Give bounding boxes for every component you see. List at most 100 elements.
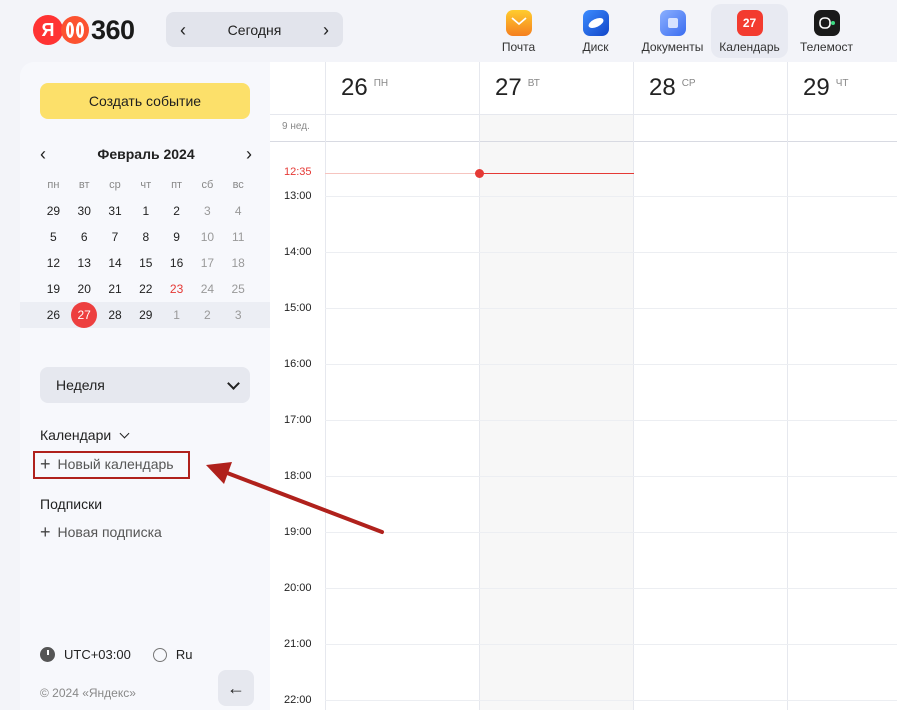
view-mode-select[interactable]: Неделя xyxy=(40,367,250,403)
day-cell[interactable]: 28 xyxy=(100,308,131,322)
day-header-thu[interactable]: 29 ЧТ xyxy=(787,62,897,114)
ring-logo-icon xyxy=(61,16,89,44)
day-of-week: ЧТ xyxy=(835,78,849,89)
calendars-title: Календари xyxy=(40,427,112,443)
day-cell-today[interactable]: 27 xyxy=(69,302,100,328)
annotation-highlight-box xyxy=(33,451,190,479)
day-cell[interactable]: 2 xyxy=(161,204,192,218)
day-cell[interactable]: 4 xyxy=(223,204,254,218)
app-mail[interactable]: Почта xyxy=(480,4,557,58)
day-cell[interactable]: 2 xyxy=(192,308,223,322)
new-subscription-button[interactable]: + Новая подписка xyxy=(40,523,162,541)
day-cell[interactable]: 7 xyxy=(100,230,131,244)
today-column xyxy=(480,114,634,710)
day-header-mon[interactable]: 26 ПН xyxy=(325,62,480,114)
day-number: 28 xyxy=(649,74,676,101)
copyright: © 2024 «Яндекс» xyxy=(40,686,136,700)
day-cell[interactable]: 25 xyxy=(223,282,254,296)
day-cell[interactable]: 13 xyxy=(69,256,100,270)
app-documents[interactable]: Документы xyxy=(634,4,711,58)
day-cell[interactable]: 31 xyxy=(100,204,131,218)
all-day-strip[interactable] xyxy=(270,114,897,142)
prev-month-button[interactable]: ‹ xyxy=(40,145,46,163)
day-of-week: ВТ xyxy=(527,78,540,89)
week-number: 9 нед. xyxy=(282,121,310,132)
day-cell[interactable]: 18 xyxy=(223,256,254,270)
prev-week-button[interactable]: ‹ xyxy=(180,21,186,39)
hour-label: 21:00 xyxy=(284,638,312,650)
hour-label: 20:00 xyxy=(284,582,312,594)
day-cell[interactable]: 24 xyxy=(192,282,223,296)
day-cell-holiday[interactable]: 23 xyxy=(161,282,192,296)
day-cell[interactable]: 17 xyxy=(192,256,223,270)
day-header-tue[interactable]: 27 ВТ xyxy=(479,62,634,114)
mini-calendar-month: Февраль 2024 xyxy=(97,146,195,162)
day-cell[interactable]: 21 xyxy=(100,282,131,296)
day-cell[interactable]: 22 xyxy=(130,282,161,296)
day-cell[interactable]: 16 xyxy=(161,256,192,270)
week-row: 29 30 31 1 2 3 4 xyxy=(38,198,254,224)
today-number: 27 xyxy=(71,302,98,328)
day-cell[interactable]: 14 xyxy=(100,256,131,270)
day-cell[interactable]: 1 xyxy=(130,204,161,218)
sidebar: Создать событие ‹ Февраль 2024 › пн вт с… xyxy=(20,62,270,710)
day-cell[interactable]: 3 xyxy=(223,308,254,322)
app-telemost[interactable]: Телемост xyxy=(788,4,865,58)
logo-number: 360 xyxy=(91,14,135,45)
day-cell[interactable]: 20 xyxy=(69,282,100,296)
column-divider xyxy=(633,114,634,710)
day-cell[interactable]: 9 xyxy=(161,230,192,244)
language-button[interactable]: Ru xyxy=(176,647,193,662)
chevron-down-icon xyxy=(227,376,240,390)
clock-icon xyxy=(40,647,55,662)
app-label: Диск xyxy=(582,40,609,54)
hour-label: 17:00 xyxy=(284,414,312,426)
calendars-section-toggle[interactable]: Календари xyxy=(40,427,130,443)
week-row: 5 6 7 8 9 10 11 xyxy=(38,224,254,250)
timezone-button[interactable]: UTC+03:00 xyxy=(64,647,131,662)
yandex-360-logo[interactable]: Я 360 xyxy=(33,14,135,46)
current-time-dot xyxy=(475,169,484,178)
hour-line xyxy=(325,644,897,645)
week-row: 19 20 21 22 23 24 25 xyxy=(38,276,254,302)
app-label: Календарь xyxy=(719,40,780,54)
create-event-button[interactable]: Создать событие xyxy=(40,83,250,119)
day-cell[interactable]: 10 xyxy=(192,230,223,244)
arrow-left-icon: ← xyxy=(227,677,245,698)
day-cell[interactable]: 29 xyxy=(38,204,69,218)
day-cell[interactable]: 8 xyxy=(130,230,161,244)
day-cell[interactable]: 5 xyxy=(38,230,69,244)
next-week-button[interactable]: › xyxy=(323,21,329,39)
week-view: 26 ПН 27 ВТ 28 СР 29 ЧТ 9 нед. 13:00 14:… xyxy=(270,62,897,710)
app-label: Телемост xyxy=(799,40,854,54)
mini-calendar: пн вт ср чт пт сб вс 29 30 31 1 2 3 4 5 … xyxy=(20,172,270,328)
app-calendar[interactable]: 27 Календарь xyxy=(711,4,788,58)
hour-label: 15:00 xyxy=(284,302,312,314)
next-month-button[interactable]: › xyxy=(246,145,252,163)
day-cell[interactable]: 30 xyxy=(69,204,100,218)
collapse-sidebar-button[interactable]: ← xyxy=(218,670,254,706)
day-cell[interactable]: 15 xyxy=(130,256,161,270)
column-divider xyxy=(787,114,788,710)
day-cell[interactable]: 12 xyxy=(38,256,69,270)
day-header-wed[interactable]: 28 СР xyxy=(633,62,788,114)
mini-calendar-header: ‹ Февраль 2024 › xyxy=(40,144,252,164)
day-cell[interactable]: 29 xyxy=(130,308,161,322)
current-time-line-faint xyxy=(325,173,479,174)
day-cell[interactable]: 3 xyxy=(192,204,223,218)
day-cell[interactable]: 19 xyxy=(38,282,69,296)
day-cell[interactable]: 6 xyxy=(69,230,100,244)
app-switcher: Почта Диск Документы 27 Календарь Телемо… xyxy=(480,4,865,58)
weekday: сб xyxy=(201,179,214,191)
ya-logo-icon: Я xyxy=(33,15,63,45)
day-cell[interactable]: 11 xyxy=(223,230,254,244)
app-disk[interactable]: Диск xyxy=(557,4,634,58)
day-cell[interactable]: 1 xyxy=(161,308,192,322)
hour-line xyxy=(325,420,897,421)
day-cell[interactable]: 26 xyxy=(38,308,69,322)
today-button[interactable]: Сегодня xyxy=(228,22,282,38)
weekday: вт xyxy=(78,179,90,191)
hour-line xyxy=(325,532,897,533)
current-week-row: 26 27 28 29 1 2 3 xyxy=(20,302,270,328)
current-time-line xyxy=(480,173,634,174)
